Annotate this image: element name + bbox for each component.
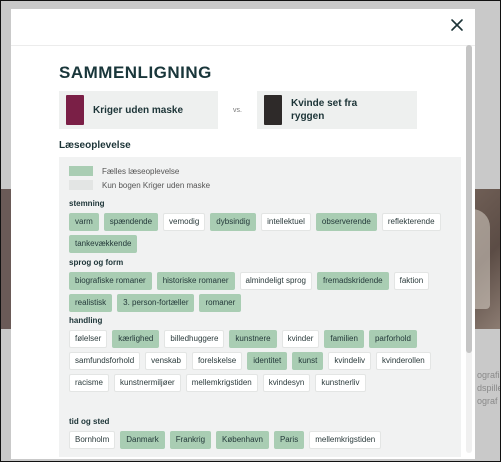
tag-shared: København xyxy=(216,431,269,449)
tag-shared: Paris xyxy=(273,431,305,449)
book-card-a[interactable]: Kriger uden maske xyxy=(59,91,218,129)
tag-list: Bornholm Danmark Frankrig København Paris mel… xyxy=(69,431,449,449)
legend-swatch-shared xyxy=(69,166,93,176)
background-text-right: ografis dspille ograf xyxy=(477,370,501,406)
tag-shared: biografiske romaner xyxy=(69,272,152,290)
tag-only: forelskelse xyxy=(191,352,243,370)
group-sprog-og-form: sprog og form biografiske romaner histori… xyxy=(69,258,449,312)
tag-shared: familien xyxy=(324,330,364,348)
tag-shared: romaner xyxy=(199,294,242,312)
group-title: tid og sted xyxy=(69,417,110,426)
tag-shared: tankevækkende xyxy=(69,235,138,253)
modal-scrollbar[interactable] xyxy=(466,45,472,453)
close-icon[interactable] xyxy=(449,17,465,33)
modal-header-bar xyxy=(11,9,475,46)
vs-label: vs. xyxy=(233,107,242,114)
tag-only: racisme xyxy=(69,374,110,392)
tag-shared: fremadskridende xyxy=(317,272,389,290)
tag-shared: Frankrig xyxy=(169,431,212,449)
group-title: handling xyxy=(69,316,103,325)
tag-list: følelser kærlighed billedhuggere kunstnere k… xyxy=(69,330,449,392)
tag-only: kvinderollen xyxy=(376,352,431,370)
tag-shared: dybsindig xyxy=(210,213,257,231)
tag-only: almindeligt sprog xyxy=(239,272,312,290)
browser-viewport: ografis dspille ograf SAMMENLIGNING Krig… xyxy=(0,0,501,462)
tag-only: intellektuel xyxy=(261,213,311,231)
group-stemning: stemning varm spændende vemodig dybsindig in… xyxy=(69,199,449,253)
book-title-a: Kriger uden maske xyxy=(93,104,184,116)
book-card-b[interactable]: Kvinde set fra ryggen xyxy=(257,91,417,129)
tag-only: faktion xyxy=(393,272,430,290)
tag-only: samfundsforhold xyxy=(69,352,141,370)
tag-shared: kunst xyxy=(292,352,324,370)
tag-only: kvindesyn xyxy=(262,374,311,392)
tag-shared: parforhold xyxy=(368,330,417,348)
group-tid-og-sted: tid og sted Bornholm Danmark Frankrig Køben… xyxy=(69,417,449,449)
group-title: stemning xyxy=(69,199,105,208)
tag-shared: historiske romaner xyxy=(156,272,235,290)
tag-only: kunstnerliv xyxy=(315,374,366,392)
scrollbar-thumb[interactable] xyxy=(466,45,472,353)
tag-shared: observerende xyxy=(315,213,377,231)
tag-shared: identitet xyxy=(247,352,288,370)
tag-only: mellemkrigstiden xyxy=(185,374,258,392)
group-title: sprog og form xyxy=(69,258,124,267)
tag-only: Bornholm xyxy=(69,431,116,449)
tag-only: kunstnermiljøer xyxy=(114,374,181,392)
tag-only: reflekterende xyxy=(381,213,441,231)
legend-label-only: Kun bogen Kriger uden maske xyxy=(102,180,211,190)
tag-shared: realistisk xyxy=(69,294,113,312)
group-handling: handling følelser kærlighed billedhuggere k… xyxy=(69,316,449,392)
book-title-b: Kvinde set fra ryggen xyxy=(291,98,358,122)
tag-only: kvinder xyxy=(281,330,320,348)
tag-only: kvindeliv xyxy=(328,352,372,370)
tag-only: vemodig xyxy=(163,213,206,231)
tag-shared: kunstnere xyxy=(229,330,277,348)
comparison-modal: SAMMENLIGNING Kriger uden maske vs. Kvin… xyxy=(11,9,475,459)
section-heading: Læseoplevelse xyxy=(59,140,131,151)
tag-shared: 3. person-fortæller xyxy=(117,294,195,312)
tag-shared: Danmark xyxy=(120,431,165,449)
tag-only: følelser xyxy=(69,330,108,348)
tag-list: biografiske romaner historiske romaner alm… xyxy=(69,272,449,312)
tag-only: venskab xyxy=(145,352,187,370)
tag-shared: varm xyxy=(69,213,99,231)
book-cover-a xyxy=(66,95,84,125)
legend-swatch-only xyxy=(69,180,93,190)
tag-shared: kærlighed xyxy=(112,330,160,348)
modal-title: SAMMENLIGNING xyxy=(59,63,212,82)
tag-shared: spændende xyxy=(103,213,159,231)
legend-shared: Fælles læseoplevelse xyxy=(69,166,179,176)
legend-only: Kun bogen Kriger uden maske xyxy=(69,180,210,190)
legend-label-shared: Fælles læseoplevelse xyxy=(102,166,180,176)
tag-only: billedhuggere xyxy=(164,330,225,348)
book-cover-b xyxy=(264,95,282,125)
tag-only: mellemkrigstiden xyxy=(309,431,382,449)
tag-list: varm spændende vemodig dybsindig intellektue… xyxy=(69,213,449,253)
